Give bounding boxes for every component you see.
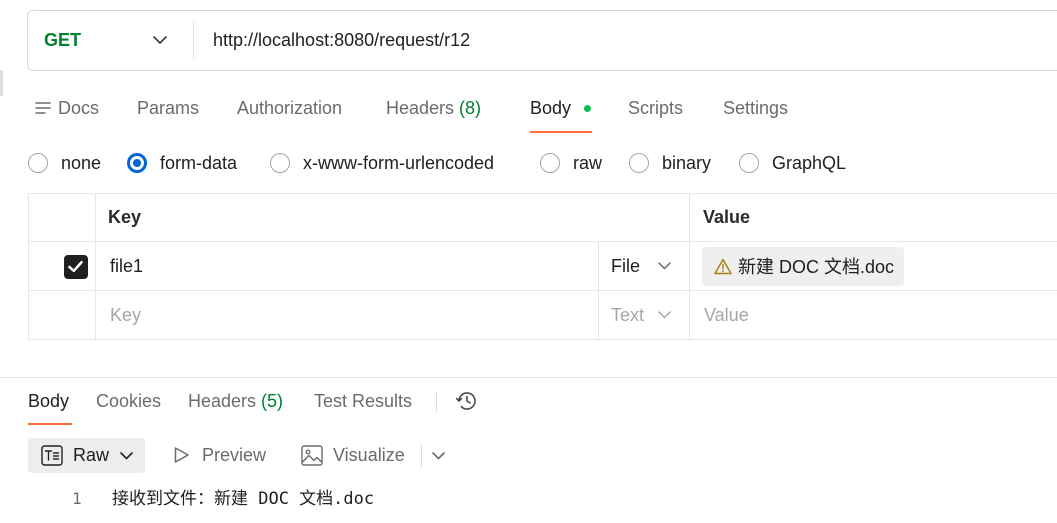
response-tab-cookies[interactable]: Cookies: [96, 391, 161, 411]
tab-authorization[interactable]: Authorization: [237, 98, 342, 118]
radio-circle[interactable]: [739, 153, 759, 173]
tab-label: Test Results: [314, 391, 413, 411]
new-type-select[interactable]: Text: [598, 291, 689, 339]
value-cell: 新建 DOC 文档.doc: [689, 242, 1057, 290]
chevron-down-icon: [153, 36, 167, 44]
pane-separator[interactable]: [0, 377, 1057, 378]
chevron-down-icon: [658, 262, 671, 270]
value-column-header: Value: [689, 194, 1057, 241]
new-key-cell[interactable]: [95, 291, 598, 339]
sidebar-edge: [0, 70, 3, 96]
active-tab-underline: [28, 423, 72, 425]
docs-icon: [35, 101, 51, 115]
tab-body[interactable]: Body: [530, 98, 571, 118]
headers-count-badge: (5): [261, 391, 284, 411]
chevron-down-icon: [120, 452, 133, 460]
code-line: 接收到文件：新建 DOC 文档.doc: [112, 489, 375, 509]
radio-raw[interactable]: raw: [540, 153, 602, 173]
active-tab-underline: [530, 131, 592, 133]
text-format-icon: [41, 445, 63, 466]
new-key-input[interactable]: [110, 304, 598, 326]
file-pill[interactable]: 新建 DOC 文档.doc: [702, 246, 905, 286]
radio-circle[interactable]: [28, 153, 48, 173]
key-cell[interactable]: [95, 242, 598, 290]
check-icon: [68, 260, 83, 273]
radio-label: x-www-form-urlencoded: [303, 153, 495, 173]
radio-circle[interactable]: [629, 153, 649, 173]
radio-binary[interactable]: binary: [629, 153, 711, 173]
radio-label: form-data: [160, 153, 238, 173]
tab-label: Headers: [386, 98, 455, 118]
radio-label: none: [61, 153, 102, 173]
image-icon: [301, 445, 323, 466]
tab-label: Params: [137, 98, 200, 118]
tab-scripts[interactable]: Scripts: [628, 98, 683, 118]
radio-form-data[interactable]: form-data: [127, 153, 237, 173]
format-label: Visualize: [333, 445, 405, 465]
tab-label: Docs: [58, 98, 100, 118]
new-value-input[interactable]: [704, 304, 1057, 326]
more-formats-dropdown[interactable]: [429, 446, 448, 466]
format-label: Raw: [73, 445, 110, 465]
new-value-cell[interactable]: [689, 291, 1057, 339]
radio-circle[interactable]: [270, 153, 290, 173]
format-preview-button[interactable]: Preview: [170, 438, 275, 473]
line-number: 1: [72, 489, 82, 508]
radio-label: binary: [662, 153, 712, 173]
tab-settings[interactable]: Settings: [723, 98, 788, 118]
table-header-row: Key Value: [28, 193, 1057, 242]
type-label: File: [611, 255, 641, 276]
type-select[interactable]: File: [598, 242, 689, 290]
body-content-indicator: [584, 105, 591, 112]
table-row-new: Text: [28, 291, 1057, 340]
radio-circle[interactable]: [540, 153, 560, 173]
tab-label: Body: [28, 391, 70, 411]
table-row: File 新建 DOC 文档.doc: [28, 242, 1057, 291]
tab-label: Settings: [723, 98, 789, 118]
headers-count-badge: (8): [459, 98, 482, 118]
form-data-table: Key Value File 新建 DOC 文档.doc: [28, 193, 1057, 340]
radio-x-www-form-urlencoded[interactable]: x-www-form-urlencoded: [270, 153, 494, 173]
file-name: 新建 DOC 文档.doc: [738, 257, 895, 277]
format-visualize-button[interactable]: Visualize: [298, 438, 413, 473]
key-header-label: Key: [108, 207, 142, 227]
tab-label: Headers: [188, 391, 257, 411]
tab-label: Authorization: [237, 98, 343, 118]
toolbar-divider: [421, 445, 422, 467]
row-enabled-checkbox[interactable]: [64, 255, 88, 279]
response-tab-body[interactable]: Body: [28, 391, 69, 411]
url-divider: [193, 22, 194, 59]
format-label: Preview: [202, 445, 267, 465]
format-raw-button[interactable]: Raw: [28, 438, 145, 473]
method-label: GET: [44, 30, 82, 50]
chevron-down-icon: [432, 452, 445, 460]
radio-circle[interactable]: [127, 153, 147, 173]
tab-label: Scripts: [628, 98, 684, 118]
tab-docs[interactable]: Docs: [35, 98, 99, 118]
tab-label: Body: [530, 98, 572, 118]
method-select[interactable]: GET: [28, 11, 193, 70]
response-tab-headers[interactable]: Headers (5): [188, 391, 283, 411]
radio-label: GraphQL: [772, 153, 847, 173]
warning-icon: [714, 258, 732, 275]
url-bar: GET: [27, 10, 1057, 71]
url-input[interactable]: [213, 25, 1033, 55]
play-icon: [173, 446, 190, 464]
radio-none[interactable]: none: [28, 153, 101, 173]
history-icon[interactable]: [454, 390, 478, 412]
tab-label: Cookies: [96, 391, 162, 411]
tab-divider: [436, 391, 437, 412]
tab-headers[interactable]: Headers (8): [386, 98, 481, 118]
response-tab-test-results[interactable]: Test Results: [314, 391, 412, 411]
radio-graphql[interactable]: GraphQL: [739, 153, 846, 173]
key-input[interactable]: [110, 255, 598, 277]
type-label: Text: [611, 304, 645, 325]
key-column-header: Key: [95, 194, 689, 241]
radio-label: raw: [573, 153, 603, 173]
value-header-label: Value: [703, 207, 751, 227]
chevron-down-icon: [658, 311, 671, 319]
tab-params[interactable]: Params: [137, 98, 199, 118]
